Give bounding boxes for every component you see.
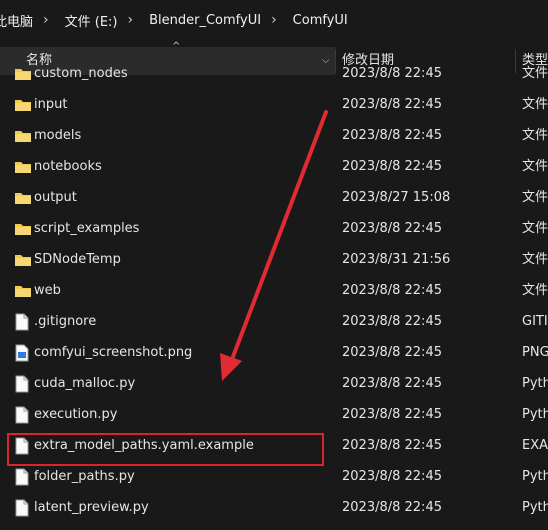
modified-date: 2023/8/8 22:45 <box>342 221 442 236</box>
file-type: Python <box>522 469 548 484</box>
folder-row[interactable]: output 2023/8/27 15:08 文件夹 <box>0 182 548 213</box>
modified-date: 2023/8/8 22:45 <box>342 376 442 391</box>
file-name: custom_nodes <box>34 66 128 81</box>
file-type: PNG <box>522 345 548 360</box>
file-name: execution.py <box>34 407 118 422</box>
breadcrumb-separator-icon: › <box>127 12 134 28</box>
modified-date: 2023/8/8 22:45 <box>342 283 442 298</box>
file-name: input <box>34 97 68 112</box>
file-name: web <box>34 283 61 298</box>
file-icon <box>14 313 30 335</box>
file-name: SDNodeTemp <box>34 252 121 267</box>
sort-ascending-icon: ^ <box>172 41 181 52</box>
file-type: 文件夹 <box>522 97 548 112</box>
folder-icon <box>14 159 32 179</box>
file-type: 文件夹 <box>522 66 548 81</box>
modified-date: 2023/8/8 22:45 <box>342 500 442 515</box>
file-type: 文件夹 <box>522 159 548 174</box>
modified-date: 2023/8/8 22:45 <box>342 159 442 174</box>
folder-icon <box>14 97 32 117</box>
file-type: 文件夹 <box>522 128 548 143</box>
modified-date: 2023/8/8 22:45 <box>342 66 442 81</box>
modified-date: 2023/8/31 21:56 <box>342 252 451 267</box>
breadcrumb-drive-e[interactable]: 文件 (E:) <box>65 11 118 30</box>
modified-date: 2023/8/8 22:45 <box>342 314 442 329</box>
modified-date: 2023/8/27 15:08 <box>342 190 451 205</box>
folder-icon <box>14 252 32 272</box>
folder-icon <box>14 66 32 86</box>
file-name: comfyui_screenshot.png <box>34 345 193 360</box>
modified-date: 2023/8/8 22:45 <box>342 469 442 484</box>
file-name: script_examples <box>34 221 140 236</box>
folder-icon <box>14 128 32 148</box>
highlight-box <box>7 433 324 466</box>
breadcrumb-blender-comfyui[interactable]: Blender_ComfyUI <box>149 13 261 28</box>
file-name: output <box>34 190 77 205</box>
breadcrumb-this-pc[interactable]: 此电脑 <box>0 11 33 30</box>
file-type: EXAMPLE <box>522 438 548 453</box>
folder-row[interactable]: SDNodeTemp 2023/8/31 21:56 文件夹 <box>0 244 548 275</box>
modified-date: 2023/8/8 22:45 <box>342 438 442 453</box>
folder-row[interactable]: script_examples 2023/8/8 22:45 文件夹 <box>0 213 548 244</box>
breadcrumb-comfyui[interactable]: ComfyUI <box>293 13 348 28</box>
breadcrumb-separator-icon: › <box>43 12 49 28</box>
image-file-icon <box>14 344 30 366</box>
file-row[interactable]: latent_preview.py 2023/8/8 22:45 Python <box>0 492 548 523</box>
file-name: notebooks <box>34 159 102 174</box>
file-row[interactable]: comfyui_screenshot.png 2023/8/8 22:45 PNG <box>0 337 548 368</box>
file-icon <box>14 406 30 428</box>
folder-icon <box>14 283 32 303</box>
file-type: Python <box>522 407 548 422</box>
file-type: Python <box>522 500 548 515</box>
file-name: cuda_malloc.py <box>34 376 136 391</box>
breadcrumb-separator-icon: › <box>271 12 277 28</box>
file-row[interactable]: execution.py 2023/8/8 22:45 Python <box>0 399 548 430</box>
file-icon <box>14 499 30 521</box>
file-name: latent_preview.py <box>34 500 149 515</box>
folder-row[interactable]: models 2023/8/8 22:45 文件夹 <box>0 120 548 151</box>
file-name: .gitignore <box>34 314 97 329</box>
modified-date: 2023/8/8 22:45 <box>342 128 442 143</box>
file-type: GITIGNORE <box>522 314 548 329</box>
file-name: models <box>34 128 82 143</box>
file-type: 文件夹 <box>522 252 548 267</box>
folder-row[interactable]: notebooks 2023/8/8 22:45 文件夹 <box>0 151 548 182</box>
folder-row[interactable]: custom_nodes 2023/8/8 22:45 文件夹 <box>0 58 548 89</box>
folder-row[interactable]: input 2023/8/8 22:45 文件夹 <box>0 89 548 120</box>
file-type: 文件夹 <box>522 221 548 236</box>
file-type: Python <box>522 376 548 391</box>
file-row[interactable]: .gitignore 2023/8/8 22:45 GITIGNORE <box>0 306 548 337</box>
address-bar[interactable]: 此电脑 › 文件 (E:) › Blender_ComfyUI › ComfyU… <box>0 0 548 40</box>
file-row[interactable]: cuda_malloc.py 2023/8/8 22:45 Python <box>0 368 548 399</box>
file-icon <box>14 375 30 397</box>
folder-row[interactable]: web 2023/8/8 22:45 文件夹 <box>0 275 548 306</box>
folder-icon <box>14 221 32 241</box>
file-type: 文件夹 <box>522 283 548 298</box>
folder-icon <box>14 190 32 210</box>
file-icon <box>14 468 30 490</box>
modified-date: 2023/8/8 22:45 <box>342 97 442 112</box>
file-type: 文件夹 <box>522 190 548 205</box>
modified-date: 2023/8/8 22:45 <box>342 345 442 360</box>
modified-date: 2023/8/8 22:45 <box>342 407 442 422</box>
